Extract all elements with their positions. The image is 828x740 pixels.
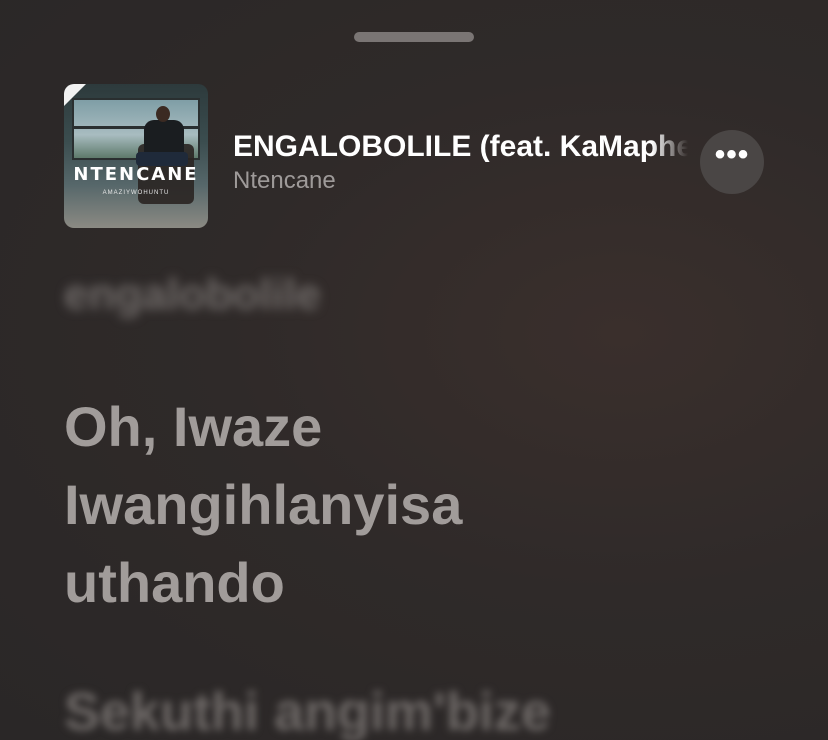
artwork-title: NTENCANE (73, 164, 199, 185)
artwork-corner (64, 84, 86, 106)
lyric-line-next[interactable]: Sekuthi angim'bize (64, 680, 551, 740)
lyric-line-current-1[interactable]: Oh, Iwaze (64, 388, 322, 466)
more-options-button[interactable]: ••• (700, 130, 764, 194)
artwork-subtitle: AMAZIYWOHUNTU (102, 190, 170, 196)
artist-name[interactable]: Ntencane (233, 166, 336, 196)
lyric-line-current-3[interactable]: uthando (64, 544, 285, 622)
lyric-line-previous[interactable]: engalobolile (64, 268, 321, 322)
lyric-line-current-2[interactable]: Iwangihlanyisa (64, 466, 462, 544)
sheet-grabber[interactable] (354, 32, 474, 42)
artwork-person-head (156, 106, 170, 122)
album-artwork[interactable]: NTENCANE AMAZIYWOHUNTU (64, 84, 208, 228)
ellipsis-icon: ••• (714, 138, 750, 171)
artwork-person (144, 120, 184, 156)
song-title: ENGALOBOLILE (feat. KaMaphel (233, 130, 688, 163)
